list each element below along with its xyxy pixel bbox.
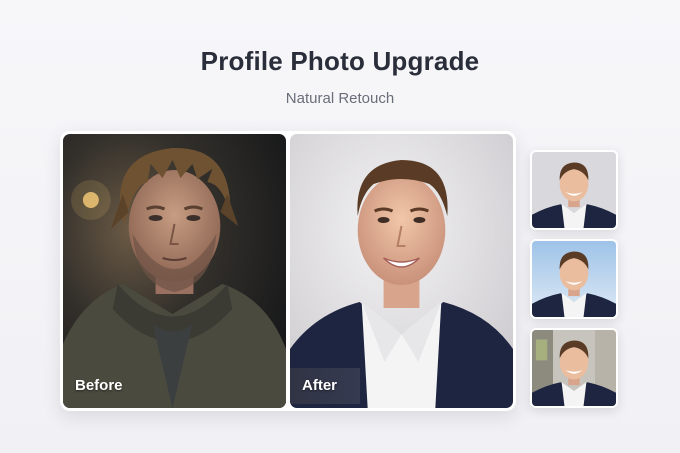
after-photo [290,134,513,408]
after-photo-panel[interactable]: After [290,134,513,408]
before-photo-panel[interactable]: Before [63,134,286,408]
page-subtitle: Natural Retouch [285,90,395,107]
page-title: Profile Photo Upgrade [200,46,480,76]
thumbnail-sky[interactable] [530,239,618,319]
before-photo [63,134,286,408]
thumbnail-office[interactable] [530,328,618,408]
thumbnail-list [530,150,620,408]
thumbnail-studio[interactable] [530,150,618,230]
thumbnail-photo [532,330,616,406]
thumbnail-photo [532,152,616,228]
after-label: After [302,377,338,394]
thumbnail-photo [532,241,616,317]
before-label: Before [75,377,123,394]
before-after-comparison: Before After [60,131,516,411]
